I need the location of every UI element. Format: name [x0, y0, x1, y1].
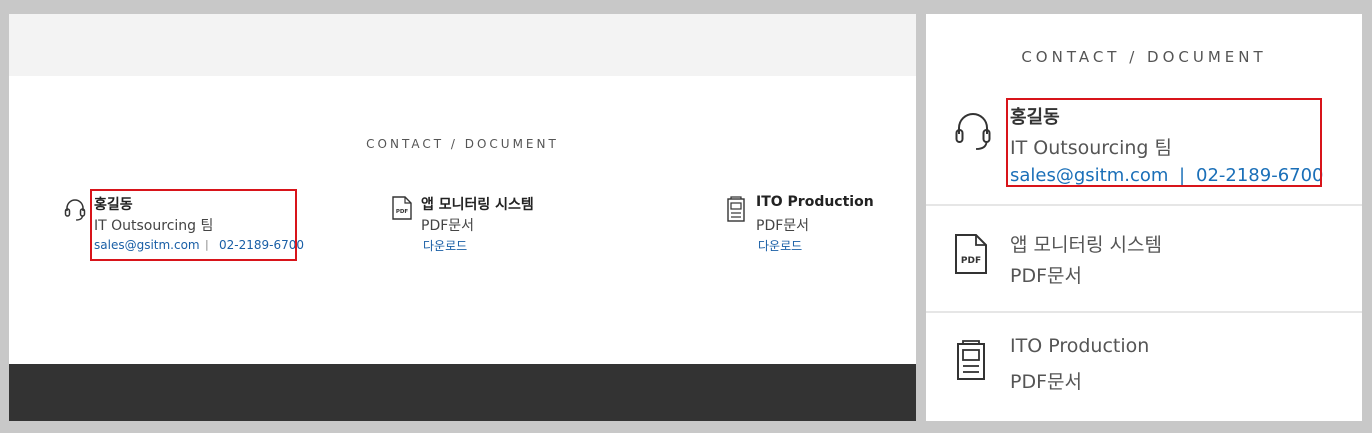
- headset-icon: [954, 110, 992, 152]
- document-title: 앱 모니터링 시스템: [1010, 234, 1162, 256]
- pdf-icon[interactable]: PDF: [954, 233, 988, 275]
- document-type: PDF문서: [1010, 371, 1082, 393]
- highlight-box: [90, 189, 297, 261]
- document-title: ITO Production: [1010, 335, 1150, 357]
- section-title: CONTACT / DOCUMENT: [366, 137, 559, 151]
- document-type: PDF문서: [1010, 265, 1082, 287]
- download-link[interactable]: 다운로드: [758, 237, 802, 254]
- footer-bar: [9, 364, 916, 421]
- download-link[interactable]: 다운로드: [423, 237, 467, 254]
- document-icon[interactable]: [726, 196, 746, 222]
- desktop-view-panel: CONTACT / DOCUMENT 홍길동 IT Outsourcing 팀 …: [9, 14, 916, 421]
- highlight-box: [1006, 98, 1322, 187]
- pdf-icon-label: PDF: [961, 256, 981, 266]
- pdf-icon-label: PDF: [396, 209, 409, 215]
- document-item: PDF 앱 모니터링 시스템 PDF문서: [926, 206, 1362, 312]
- document-type: PDF문서: [421, 218, 475, 234]
- pdf-icon[interactable]: PDF: [392, 196, 412, 220]
- document-type: PDF문서: [756, 218, 810, 234]
- headset-icon: [64, 198, 86, 222]
- document-icon[interactable]: [954, 339, 988, 381]
- document-item: ITO Production PDF문서 다운로드: [726, 192, 911, 262]
- mobile-view-panel: CONTACT / DOCUMENT 홍길동 IT Outsourcing 팀 …: [926, 14, 1362, 421]
- document-item: PDF 앱 모니터링 시스템 PDF문서 다운로드: [392, 192, 592, 262]
- document-title: 앱 모니터링 시스템: [421, 197, 534, 213]
- document-item: ITO Production PDF문서: [926, 313, 1362, 421]
- top-band: [9, 14, 916, 76]
- section-title: CONTACT / DOCUMENT: [1021, 48, 1267, 66]
- document-title: ITO Production: [756, 194, 874, 210]
